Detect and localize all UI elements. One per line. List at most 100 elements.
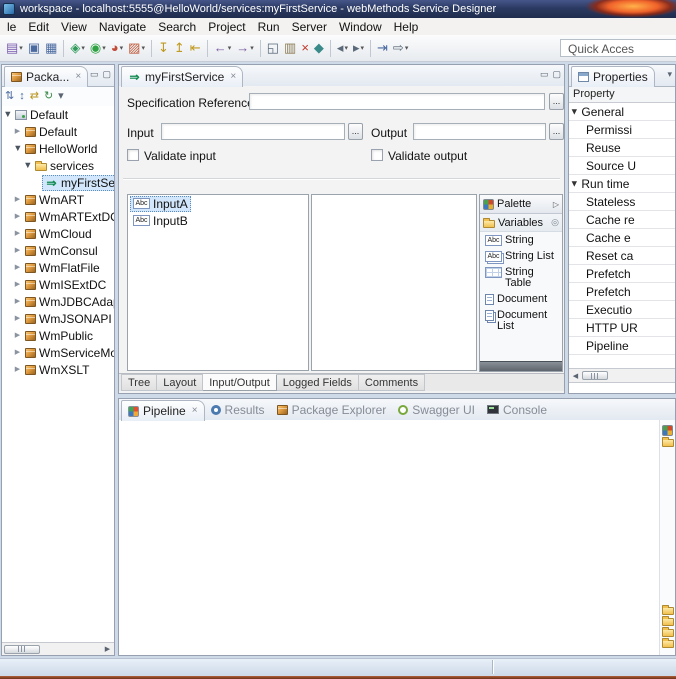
- property-run-time[interactable]: Run time: [569, 175, 675, 193]
- property-http-ur[interactable]: HTTP UR: [569, 319, 675, 337]
- close-icon[interactable]: [75, 72, 81, 82]
- delete-icon[interactable]: ×: [299, 37, 311, 59]
- menu-view[interactable]: View: [55, 20, 93, 34]
- expander-icon[interactable]: [13, 361, 22, 378]
- next-annotation-icon[interactable]: ▸: [351, 37, 366, 59]
- step-return-icon[interactable]: ⇤: [188, 37, 203, 59]
- tree-item-wmcloud[interactable]: WmCloud: [2, 225, 114, 242]
- scrollbar-thumb[interactable]: [4, 644, 40, 654]
- tree-item-wmflatfile[interactable]: WmFlatFile: [2, 259, 114, 276]
- tab-myfirstservice[interactable]: myFirstService: [121, 66, 244, 87]
- property-stateless[interactable]: Stateless: [569, 193, 675, 211]
- menu-help[interactable]: Help: [388, 20, 425, 34]
- menu-run[interactable]: Run: [252, 20, 286, 34]
- step-over-icon[interactable]: ↥: [172, 37, 187, 59]
- horizontal-scrollbar[interactable]: [2, 642, 114, 655]
- close-icon[interactable]: [192, 406, 198, 416]
- tab-properties[interactable]: Properties: [571, 66, 655, 87]
- menu-le[interactable]: le: [1, 20, 22, 34]
- expander-icon[interactable]: [13, 327, 22, 344]
- close-icon[interactable]: [230, 72, 236, 82]
- copy-icon[interactable]: ◱: [265, 37, 281, 59]
- expander-icon[interactable]: [13, 191, 22, 208]
- step-into-icon[interactable]: ↧: [156, 37, 171, 59]
- menu-search[interactable]: Search: [152, 20, 202, 34]
- expander-icon[interactable]: [2, 110, 16, 119]
- paste-icon[interactable]: ▥: [282, 37, 298, 59]
- expander-icon[interactable]: [13, 293, 22, 310]
- view-menu-icon[interactable]: ▾: [58, 87, 64, 106]
- last-edit-location-icon[interactable]: ⇥: [375, 37, 390, 59]
- spec-ref-input[interactable]: [249, 93, 545, 110]
- editor-tab-input-output[interactable]: Input/Output: [203, 374, 277, 391]
- property-permissi[interactable]: Permissi: [569, 121, 675, 139]
- back-icon[interactable]: ←: [212, 37, 234, 59]
- tree-item-wmart[interactable]: WmART: [2, 191, 114, 208]
- scroll-left-icon[interactable]: [569, 372, 582, 380]
- menu-navigate[interactable]: Navigate: [93, 20, 152, 34]
- quick-access-box[interactable]: Quick Acces: [560, 39, 676, 57]
- collapse-all-icon[interactable]: ⇅: [5, 87, 14, 106]
- property-cache-re[interactable]: Cache re: [569, 211, 675, 229]
- editor-tab-layout[interactable]: Layout: [157, 374, 204, 391]
- expander-icon[interactable]: [13, 208, 22, 225]
- palette-section-variables[interactable]: Variables: [480, 214, 562, 232]
- run-icon[interactable]: ◉: [88, 37, 108, 59]
- menu-edit[interactable]: Edit: [22, 20, 55, 34]
- palette-collapsed-drawer[interactable]: [480, 361, 562, 371]
- variable-inputb[interactable]: InputB: [128, 212, 308, 229]
- forward-icon[interactable]: →: [234, 37, 256, 59]
- tree-item-wmpublic[interactable]: WmPublic: [2, 327, 114, 344]
- refresh-icon[interactable]: ↻: [44, 87, 53, 106]
- palette-header[interactable]: Palette: [480, 195, 562, 214]
- expander-icon[interactable]: [9, 144, 26, 153]
- tree-item-default[interactable]: Default: [2, 123, 114, 140]
- menu-server[interactable]: Server: [286, 20, 333, 34]
- menu-window[interactable]: Window: [333, 20, 388, 34]
- tree-item-wmxslt[interactable]: WmXSLT: [2, 361, 114, 378]
- expander-icon[interactable]: [13, 310, 22, 327]
- property-prefetch[interactable]: Prefetch: [569, 265, 675, 283]
- spec-ref-browse-button[interactable]: ...: [549, 93, 564, 110]
- tree-item-wmjdbcadap[interactable]: WmJDBCAdap: [2, 293, 114, 310]
- palette-item-string-table[interactable]: String Table: [480, 264, 562, 291]
- editor-tab-comments[interactable]: Comments: [358, 374, 426, 391]
- property-reuse[interactable]: Reuse: [569, 139, 675, 157]
- expander-icon[interactable]: [571, 181, 579, 186]
- save-icon[interactable]: ▣: [26, 37, 42, 59]
- tab-swagger-ui[interactable]: Swagger UI: [392, 399, 481, 420]
- expander-icon[interactable]: [13, 344, 22, 361]
- validate-output-checkbox[interactable]: [371, 149, 383, 161]
- minimize-button[interactable]: [540, 69, 549, 80]
- expander-icon[interactable]: [13, 276, 22, 293]
- save-all-icon[interactable]: ▦: [43, 37, 59, 59]
- tab-pipeline[interactable]: Pipeline: [121, 400, 205, 421]
- input-variables-list[interactable]: InputA InputB: [127, 194, 309, 371]
- editor-tab-tree[interactable]: Tree: [121, 374, 158, 391]
- tree-item-wmjsonapi[interactable]: WmJSONAPI: [2, 310, 114, 327]
- expander-icon[interactable]: [13, 123, 22, 140]
- prev-annotation-icon[interactable]: ◂: [335, 37, 350, 59]
- tab-package-explorer[interactable]: Package Explorer: [271, 399, 393, 420]
- forward-history-icon[interactable]: ⇨: [391, 37, 410, 59]
- window-controls[interactable]: [581, 0, 676, 18]
- variable-inputa[interactable]: InputA: [128, 195, 308, 212]
- pipeline-canvas[interactable]: [119, 420, 660, 655]
- tree-item-wmconsul[interactable]: WmConsul: [2, 242, 114, 259]
- property-prefetch[interactable]: Prefetch: [569, 283, 675, 301]
- tab-console[interactable]: Console: [481, 399, 553, 420]
- property-pipeline[interactable]: Pipeline: [569, 337, 675, 355]
- editor-tab-logged-fields[interactable]: Logged Fields: [276, 374, 359, 391]
- profile-icon[interactable]: ◕: [109, 37, 125, 59]
- property-executio[interactable]: Executio: [569, 301, 675, 319]
- new-wizard-icon[interactable]: ▤: [4, 37, 25, 59]
- tree-item-wmservicemo[interactable]: WmServiceMo: [2, 344, 114, 361]
- expand-all-icon[interactable]: ↕: [19, 87, 25, 106]
- minimize-button[interactable]: [90, 69, 99, 80]
- output-browse-button[interactable]: ...: [549, 123, 564, 140]
- property-general[interactable]: General: [569, 103, 675, 121]
- tab-package-navigator[interactable]: Packa...: [4, 66, 89, 87]
- tree-item-wmartextdc[interactable]: WmARTExtDC: [2, 208, 114, 225]
- scroll-right-icon[interactable]: [101, 645, 114, 653]
- external-tools-icon[interactable]: ▨: [126, 37, 147, 59]
